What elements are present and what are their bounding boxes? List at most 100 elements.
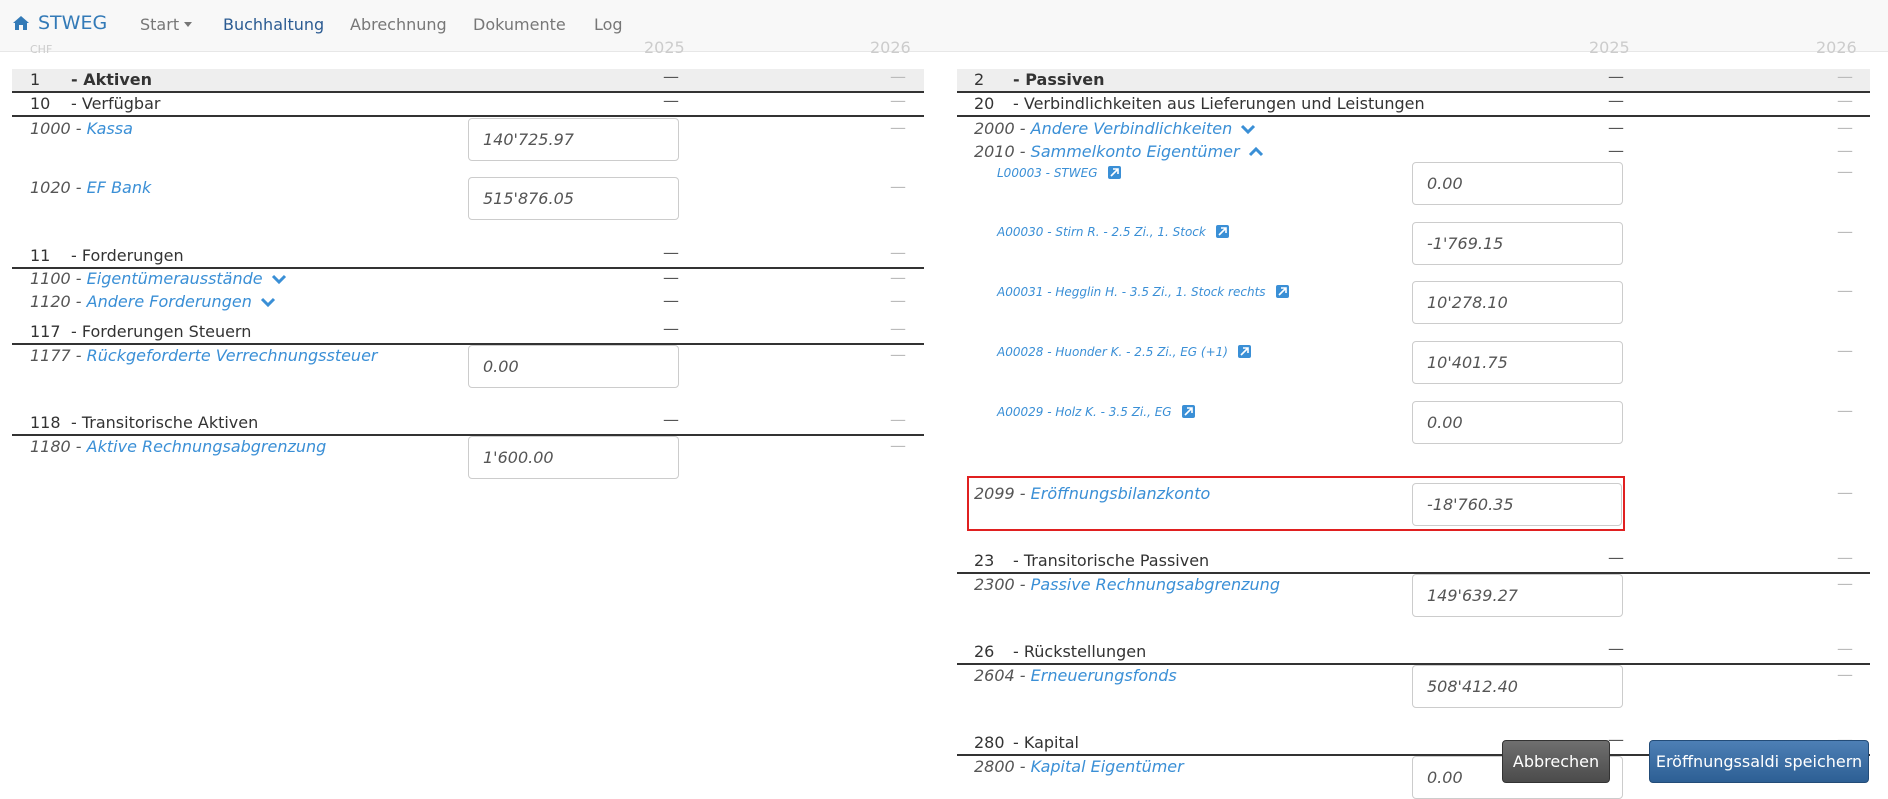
group-number: 1 <box>30 70 41 89</box>
balance-2026: — <box>1837 162 1853 181</box>
owner-account-link[interactable]: A00029 - Holz K. - 3.5 Zi., EG <box>997 405 1172 419</box>
account-link[interactable]: Andere Verbindlichkeiten <box>1031 119 1233 138</box>
year-header-2026-left: 2026 <box>870 38 911 57</box>
opening-balance-input-owner[interactable]: 10'401.75 <box>1412 341 1623 384</box>
account-2800: 2800 - Kapital Eigentümer <box>974 757 1184 776</box>
account-1180: 1180 - Aktive Rechnungsabgrenzung <box>30 437 326 456</box>
group-number: 10 <box>30 94 51 113</box>
opening-balance-input-1000[interactable]: 140'725.97 <box>468 118 679 161</box>
balance-2026: — <box>890 177 906 196</box>
opening-balance-input-2099[interactable]: -18'760.35 <box>1412 483 1622 526</box>
owner-account-row: A00028 - Huonder K. - 2.5 Zi., EG (+1) <box>997 345 1251 359</box>
opening-balance-input-1180[interactable]: 1'600.00 <box>468 436 679 479</box>
opening-balance-input-owner[interactable]: 10'278.10 <box>1412 281 1623 324</box>
nav-dokumente[interactable]: Dokumente <box>473 15 566 34</box>
account-link[interactable]: Kapital Eigentümer <box>1031 757 1184 776</box>
owner-account-row: L00003 - STWEG <box>997 166 1121 180</box>
group-label-text: Forderungen <box>81 246 184 265</box>
balance-2026: — <box>890 410 906 429</box>
external-link-icon[interactable] <box>1181 405 1195 418</box>
opening-balance-input-2300[interactable]: 149'639.27 <box>1412 574 1623 617</box>
owner-account-link[interactable]: A00030 - Stirn R. - 2.5 Zi., 1. Stock <box>997 225 1206 239</box>
account-link[interactable]: Sammelkonto Eigentümer <box>1031 142 1240 161</box>
group-label-text: Transitorische Passiven <box>1023 551 1210 570</box>
balance-2026: — <box>1837 222 1853 241</box>
group-label: - Verbindlichkeiten aus Lieferungen und … <box>1013 94 1425 113</box>
caret-down-icon <box>184 22 193 27</box>
opening-balance-input-2604[interactable]: 508'412.40 <box>1412 665 1623 708</box>
account-link[interactable]: Rückgeforderte Verrechnungssteuer <box>87 346 378 365</box>
year-header-2025-right: 2025 <box>1589 38 1630 57</box>
group-label: - Transitorische Passiven <box>1013 551 1210 570</box>
account-link[interactable]: Kassa <box>87 119 133 138</box>
account-link[interactable]: Aktive Rechnungsabgrenzung <box>87 437 327 456</box>
chevron-up-icon[interactable] <box>1248 146 1264 158</box>
balance-2026: — <box>890 67 906 86</box>
balance-2025: — <box>663 291 679 310</box>
account-code: 2800 - <box>974 757 1031 776</box>
opening-balance-input-owner[interactable]: 0.00 <box>1412 162 1623 205</box>
account-link[interactable]: Erneuerungsfonds <box>1031 666 1177 685</box>
brand-label: STWEG <box>38 12 108 34</box>
balance-2025: — <box>1608 639 1624 658</box>
year-header-2026-right: 2026 <box>1816 38 1857 57</box>
balance-2026: — <box>890 319 906 338</box>
account-link[interactable]: Andere Forderungen <box>87 292 252 311</box>
group-label: - Forderungen Steuern <box>71 322 252 341</box>
group-label: - Verfügbar <box>71 94 161 113</box>
account-code: 2099 - <box>974 484 1031 503</box>
balance-2026: — <box>890 345 906 364</box>
brand-link[interactable]: STWEG <box>12 12 107 34</box>
account-link[interactable]: EF Bank <box>87 178 152 197</box>
group-label: - Rückstellungen <box>1013 642 1147 661</box>
group-label: - Passiven <box>1013 70 1105 89</box>
balance-2025: — <box>1608 91 1624 110</box>
owner-account-row: A00029 - Holz K. - 3.5 Zi., EG <box>997 405 1195 419</box>
chevron-down-icon[interactable] <box>271 273 287 285</box>
currency-header: CHF <box>30 43 53 56</box>
account-1177: 1177 - Rückgeforderte Verrechnungssteuer <box>30 346 378 365</box>
save-opening-balances-button[interactable]: Eröffnungssaldi speichern <box>1649 740 1869 783</box>
nav-log[interactable]: Log <box>594 15 623 34</box>
chevron-down-icon[interactable] <box>1240 123 1256 135</box>
external-link-icon[interactable] <box>1215 225 1229 238</box>
group-label: - Forderungen <box>71 246 184 265</box>
owner-account-link[interactable]: L00003 - STWEG <box>997 166 1098 180</box>
group-label-text: Rückstellungen <box>1023 642 1147 661</box>
nav-buchhaltung[interactable]: Buchhaltung <box>223 15 324 34</box>
group-number: 117 <box>30 322 61 341</box>
account-link[interactable]: Eigentümerausstände <box>87 269 263 288</box>
account-1100: 1100 - Eigentümerausstände <box>30 269 287 288</box>
account-link[interactable]: Passive Rechnungsabgrenzung <box>1031 575 1280 594</box>
account-2000: 2000 - Andere Verbindlichkeiten <box>974 119 1256 138</box>
balance-2025: — <box>663 268 679 287</box>
owner-account-link[interactable]: A00031 - Hegglin H. - 3.5 Zi., 1. Stock … <box>997 285 1266 299</box>
balance-2026: — <box>1837 67 1853 86</box>
opening-balance-input-owner[interactable]: 0.00 <box>1412 401 1623 444</box>
account-1120: 1120 - Andere Forderungen <box>30 292 276 311</box>
chevron-down-icon[interactable] <box>260 296 276 308</box>
group-number: 118 <box>30 413 61 432</box>
owner-account-link[interactable]: A00028 - Huonder K. - 2.5 Zi., EG (+1) <box>997 345 1228 359</box>
opening-balance-input-1177[interactable]: 0.00 <box>468 345 679 388</box>
external-link-icon[interactable] <box>1275 285 1289 298</box>
account-code: 2000 - <box>974 119 1031 138</box>
balance-2025: — <box>1608 118 1624 137</box>
group-row-23: 23 - Transitorische Passiven — — <box>957 548 1870 574</box>
group-number: 20 <box>974 94 995 113</box>
balance-2026: — <box>890 243 906 262</box>
opening-balance-input-owner[interactable]: -1'769.15 <box>1412 222 1623 265</box>
external-link-icon[interactable] <box>1237 345 1251 358</box>
account-link[interactable]: Eröffnungsbilanzkonto <box>1031 484 1211 503</box>
cancel-button[interactable]: Abbrechen <box>1502 740 1610 783</box>
balance-2026: — <box>1837 341 1853 360</box>
group-row-26: 26 - Rückstellungen — — <box>957 639 1870 665</box>
opening-balance-input-1020[interactable]: 515'876.05 <box>468 177 679 220</box>
group-number: 11 <box>30 246 51 265</box>
balance-2026: — <box>1837 639 1853 658</box>
nav-abrechnung[interactable]: Abrechnung <box>350 15 447 34</box>
nav-start[interactable]: Start <box>140 15 193 34</box>
balance-2025: — <box>1608 730 1624 749</box>
external-link-icon[interactable] <box>1107 166 1121 179</box>
balance-2026: — <box>1837 548 1853 567</box>
